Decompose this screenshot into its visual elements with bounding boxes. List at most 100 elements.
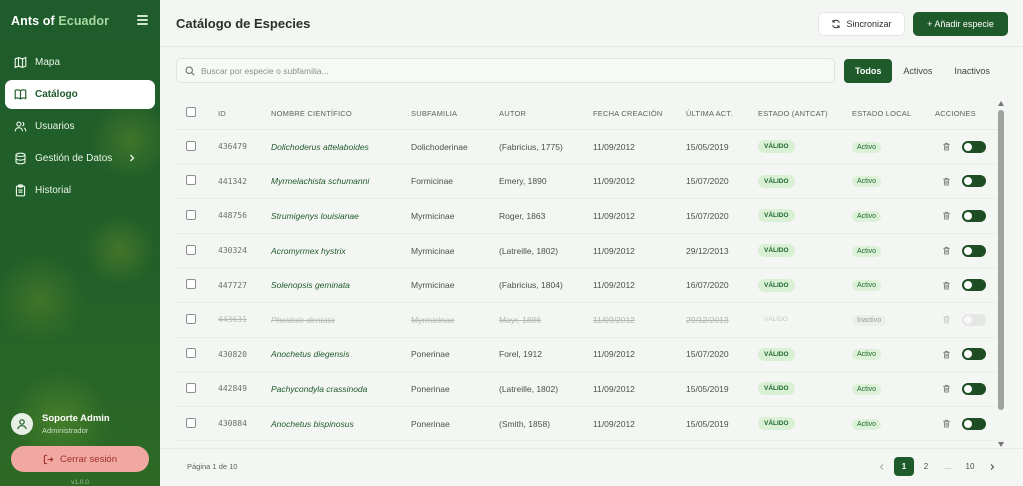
column-header-created[interactable]: Fecha creación bbox=[593, 109, 686, 118]
row-checkbox[interactable] bbox=[186, 417, 196, 428]
sync-button[interactable]: Sincronizar bbox=[818, 12, 905, 36]
row-checkbox[interactable] bbox=[186, 348, 196, 359]
active-toggle[interactable] bbox=[962, 175, 986, 188]
trash-icon[interactable] bbox=[942, 211, 951, 221]
trash-icon[interactable] bbox=[942, 350, 951, 359]
search-input[interactable] bbox=[201, 65, 801, 76]
trash-icon[interactable] bbox=[942, 384, 951, 394]
active-toggle[interactable] bbox=[962, 140, 986, 153]
active-toggle[interactable] bbox=[962, 313, 986, 326]
clipboard-icon bbox=[15, 184, 26, 197]
cell-scientific-name[interactable]: Pachycondyla crassinoda bbox=[271, 384, 411, 394]
sidebar-item-usuarios[interactable]: Usuarios bbox=[5, 112, 155, 141]
table-row[interactable]: 441342 Myrmelachista schumanni Formicinae E… bbox=[176, 165, 1004, 200]
next-page-button[interactable] bbox=[982, 457, 1002, 476]
cell-scientific-name[interactable]: Dolichoderus attelaboides bbox=[271, 142, 411, 152]
column-header-id[interactable]: ID bbox=[218, 109, 271, 118]
active-toggle[interactable] bbox=[962, 244, 986, 257]
scroll-down-arrow-icon[interactable] bbox=[998, 442, 1004, 447]
scroll-up-arrow-icon[interactable] bbox=[998, 101, 1004, 106]
sidebar-item-historial[interactable]: Historial bbox=[5, 176, 155, 205]
cell-scientific-name[interactable]: Anochetus diegensis bbox=[271, 349, 411, 359]
footer-divider bbox=[160, 448, 1023, 449]
active-toggle[interactable] bbox=[962, 348, 986, 361]
logout-button[interactable]: Cerrar sesión bbox=[11, 446, 149, 472]
trash-icon[interactable] bbox=[942, 315, 951, 324]
column-header-antcat-status[interactable]: Estado (AntCat) bbox=[758, 109, 852, 118]
trash-icon[interactable] bbox=[942, 246, 951, 255]
table-scrollbar[interactable] bbox=[996, 99, 1006, 447]
trash-icon[interactable] bbox=[942, 419, 951, 428]
cell-actions bbox=[935, 279, 1004, 292]
table-row[interactable]: 448756 Strumigenys louisianae Myrmicinae Ro… bbox=[176, 199, 1004, 234]
active-toggle[interactable] bbox=[962, 382, 986, 395]
select-all-cell bbox=[176, 107, 218, 119]
sidebar-item-mapa[interactable]: Mapa bbox=[5, 48, 155, 77]
sidebar-nav: Mapa Catálogo Usuarios Gestión de Datos … bbox=[5, 48, 155, 208]
user-name: Soporte Admin bbox=[42, 413, 110, 424]
page-button-2[interactable]: 2 bbox=[916, 457, 936, 476]
active-toggle[interactable] bbox=[962, 209, 986, 222]
row-checkbox[interactable] bbox=[186, 244, 196, 255]
scrollbar-thumb[interactable] bbox=[998, 110, 1004, 410]
table-row[interactable]: 430820 Anochetus diegensis Ponerinae Forel,… bbox=[176, 338, 1004, 373]
row-checkbox[interactable] bbox=[186, 209, 196, 220]
cell-scientific-name[interactable]: Solenopsis geminata bbox=[271, 280, 411, 290]
page-button-10[interactable]: 10 bbox=[960, 457, 980, 476]
filter-todos[interactable]: Todos bbox=[844, 59, 893, 83]
table-row[interactable]: 443631 Pheidole dentata Myrmicinae Mayr, 18… bbox=[176, 303, 1004, 338]
hamburger-menu-icon[interactable] bbox=[137, 15, 148, 25]
table-row[interactable]: 430324 Acromyrmex hystrix Myrmicinae (Latre… bbox=[176, 234, 1004, 269]
cell-scientific-name[interactable]: Anochetus bispinosus bbox=[271, 419, 411, 429]
active-toggle[interactable] bbox=[962, 279, 986, 292]
search-bar[interactable] bbox=[176, 58, 835, 83]
user-profile[interactable]: Soporte Admin Administrador bbox=[11, 413, 110, 435]
brand-name-part2: Ecuador bbox=[58, 14, 110, 28]
cell-local-status: Inactivo bbox=[852, 314, 935, 326]
row-checkbox[interactable] bbox=[186, 279, 196, 290]
page-button-1[interactable]: 1 bbox=[894, 457, 914, 476]
cell-created-date: 11/09/2012 bbox=[593, 383, 635, 394]
select-all-checkbox[interactable] bbox=[186, 107, 196, 117]
trash-icon[interactable] bbox=[942, 142, 951, 151]
cell-created-date: 11/09/2012 bbox=[593, 314, 635, 325]
column-header-name[interactable]: Nombre científico bbox=[271, 109, 411, 118]
cell-local-status: Activo bbox=[852, 348, 935, 361]
filter-inactivos[interactable]: Inactivos bbox=[943, 59, 1001, 83]
sidebar-item-catalogo[interactable]: Catálogo bbox=[5, 80, 155, 109]
trash-icon[interactable] bbox=[942, 281, 951, 290]
antcat-status-badge: VÁLIDO bbox=[758, 174, 795, 188]
row-checkbox[interactable] bbox=[186, 140, 196, 151]
cell-scientific-name[interactable]: Myrmelachista schumanni bbox=[271, 176, 411, 186]
local-status-badge: Activo bbox=[852, 418, 882, 430]
cell-antcat-status: VÁLIDO bbox=[758, 417, 852, 431]
cell-scientific-name[interactable]: Pheidole dentata bbox=[271, 315, 411, 325]
pagination: 1 2 ... 10 bbox=[872, 457, 1004, 476]
table-row[interactable]: 430884 Anochetus bispinosus Ponerinae (Smit… bbox=[176, 407, 1004, 442]
active-toggle[interactable] bbox=[962, 417, 986, 430]
table-row[interactable]: 447727 Solenopsis geminata Myrmicinae (Fabr… bbox=[176, 268, 1004, 303]
prev-page-button[interactable] bbox=[872, 457, 892, 476]
row-checkbox[interactable] bbox=[186, 313, 196, 324]
row-checkbox-cell bbox=[176, 313, 218, 326]
add-species-button[interactable]: + Añadir especie bbox=[913, 12, 1008, 36]
cell-scientific-name[interactable]: Acromyrmex hystrix bbox=[271, 246, 411, 256]
table-row[interactable]: 442849 Pachycondyla crassinoda Ponerinae (L… bbox=[176, 372, 1004, 407]
cell-scientific-name[interactable]: Strumigenys louisianae bbox=[271, 211, 411, 221]
row-checkbox[interactable] bbox=[186, 382, 196, 393]
column-header-subfamily[interactable]: Subfamilia bbox=[411, 109, 499, 118]
column-header-updated[interactable]: Última act. bbox=[686, 109, 758, 118]
column-header-local-status[interactable]: Estado local bbox=[852, 109, 935, 118]
filter-activos[interactable]: Activos bbox=[892, 59, 943, 83]
cell-created-date: 11/09/2012 bbox=[593, 141, 635, 152]
sync-label: Sincronizar bbox=[846, 19, 892, 29]
map-icon bbox=[14, 56, 27, 69]
sidebar-item-label: Catálogo bbox=[35, 89, 78, 100]
row-checkbox[interactable] bbox=[186, 175, 196, 186]
trash-icon[interactable] bbox=[942, 177, 951, 186]
column-header-author[interactable]: Autor bbox=[499, 109, 593, 118]
refresh-icon bbox=[832, 19, 841, 29]
table-row[interactable]: 436479 Dolichoderus attelaboides Dolichode… bbox=[176, 130, 1004, 165]
cell-actions bbox=[935, 382, 1004, 395]
sidebar-item-gestion-datos[interactable]: Gestión de Datos bbox=[5, 144, 155, 173]
